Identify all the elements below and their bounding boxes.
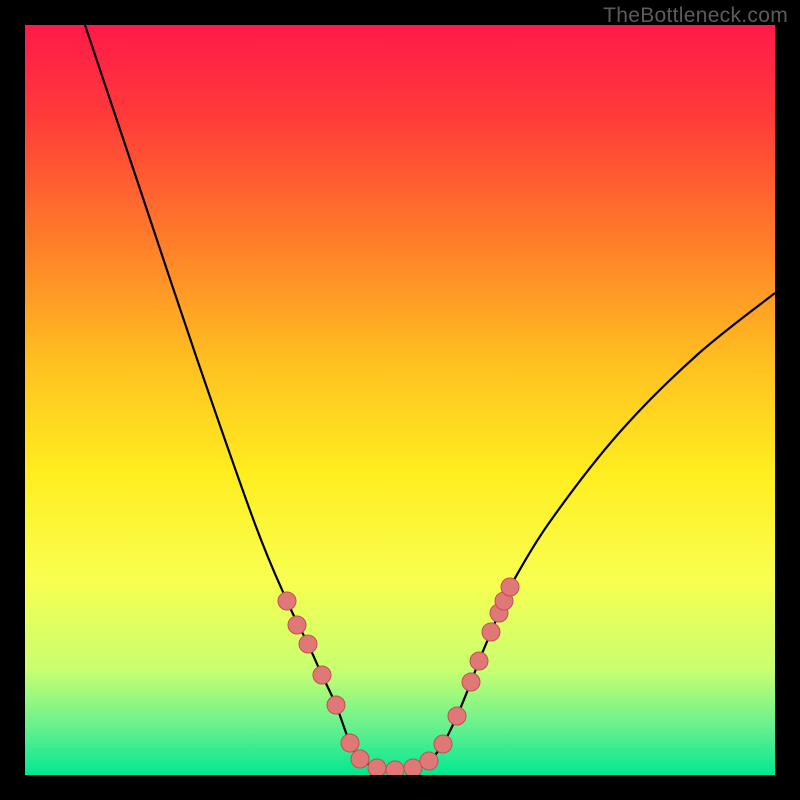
curve-marker — [448, 707, 466, 725]
curve-marker — [351, 750, 369, 768]
curve-marker — [495, 592, 513, 610]
curve-marker — [462, 673, 480, 691]
curve-marker — [434, 735, 452, 753]
curve-marker — [470, 652, 488, 670]
curve-marker — [501, 578, 519, 596]
curve-marker — [420, 752, 438, 770]
bottleneck-curve — [85, 25, 775, 770]
curve-marker — [404, 759, 422, 775]
chart-frame: TheBottleneck.com — [0, 0, 800, 800]
curve-marker — [341, 734, 359, 752]
curve-marker — [313, 666, 331, 684]
curve-marker — [368, 759, 386, 775]
curve-marker — [327, 696, 345, 714]
curve-marker — [288, 616, 306, 634]
plot-area — [25, 25, 775, 775]
curve-marker — [482, 623, 500, 641]
curve-marker — [490, 604, 508, 622]
curve-marker — [278, 592, 296, 610]
curve-layer — [25, 25, 775, 775]
markers-layer — [25, 25, 775, 775]
curve-marker — [386, 761, 404, 775]
curve-marker — [299, 635, 317, 653]
